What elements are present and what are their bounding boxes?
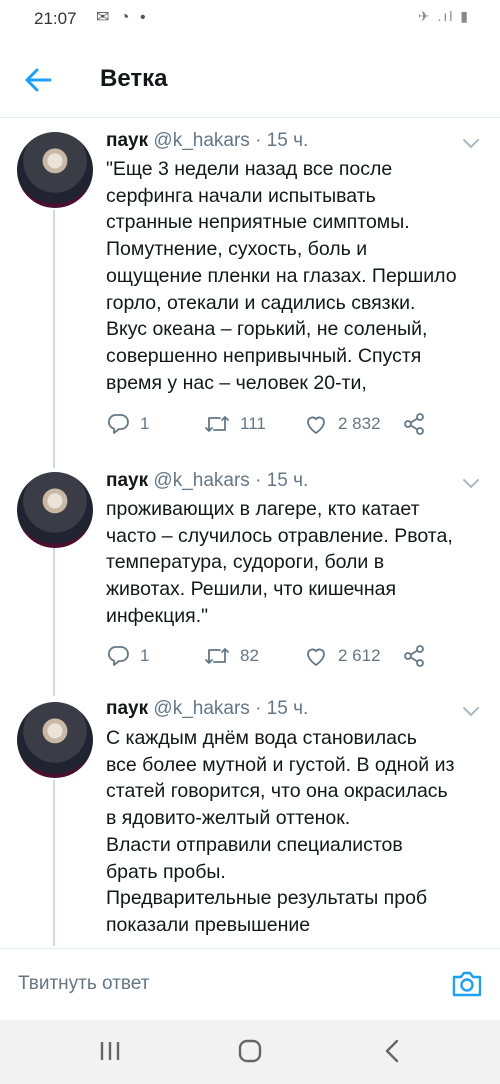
tweet-header: паук @k_hakars · 15 ч. (106, 698, 308, 720)
heart-icon (307, 416, 325, 434)
notification-icons: ✉ ◔ • (96, 9, 149, 26)
retweet-icon (205, 648, 229, 664)
like-button[interactable]: 2 832 (304, 412, 381, 436)
chevron-down-icon[interactable] (462, 138, 480, 150)
author-handle[interactable]: @k_hakars (153, 470, 249, 491)
like-button[interactable]: 2 612 (304, 644, 381, 668)
reply-button[interactable]: 1 (106, 644, 149, 668)
retweet-count: 111 (240, 414, 266, 433)
home-icon[interactable] (237, 1038, 263, 1064)
reply-count: 1 (140, 414, 150, 433)
tweet-text: "Еще 3 недели назад все после серфинга н… (106, 158, 457, 394)
recent-apps-icon[interactable] (98, 1038, 122, 1064)
retweet-icon (205, 416, 229, 432)
tweet[interactable]: паук @k_hakars · 15 ч. проживающих в лаг… (0, 458, 500, 688)
like-count: 2 832 (338, 414, 381, 433)
author-name[interactable]: паук (106, 130, 148, 151)
tweet-header: паук @k_hakars · 15 ч. (106, 470, 308, 492)
chevron-down-icon[interactable] (462, 478, 480, 490)
reply-button[interactable]: 1 (106, 412, 149, 436)
avatar[interactable] (17, 132, 93, 208)
back-icon[interactable] (382, 1038, 402, 1064)
retweet-count: 82 (240, 646, 259, 665)
chevron-down-icon[interactable] (462, 706, 480, 718)
tweet-time: · 15 ч. (255, 698, 309, 719)
author-handle[interactable]: @k_hakars (153, 130, 249, 151)
camera-icon[interactable] (450, 967, 484, 1001)
share-icon[interactable] (402, 644, 426, 668)
author-name[interactable]: паук (106, 698, 148, 719)
retweet-button[interactable]: 111 (204, 412, 266, 436)
share-icon[interactable] (402, 412, 426, 436)
heart-icon (307, 648, 325, 666)
author-name[interactable]: паук (106, 470, 148, 491)
page-title: Ветка (100, 65, 168, 92)
reply-icon (107, 646, 129, 666)
tweet-actions: 1 82 2 612 (106, 644, 436, 674)
app-bar: Ветка (0, 40, 500, 118)
tweet-actions: 1 111 2 832 (106, 412, 436, 442)
avatar[interactable] (17, 472, 93, 548)
reply-icon (107, 414, 129, 434)
reply-input[interactable]: Твитнуть ответ (18, 973, 149, 995)
tweet-text: проживающих в лагере, кто катает часто –… (106, 498, 453, 627)
status-time: 21:07 (34, 9, 77, 28)
avatar[interactable] (17, 702, 93, 778)
like-count: 2 612 (338, 646, 381, 665)
system-icons: ✈ .ıl ▮ (417, 8, 470, 24)
author-handle[interactable]: @k_hakars (153, 698, 249, 719)
arrow-left-icon[interactable] (20, 62, 56, 98)
reply-count: 1 (140, 646, 150, 665)
reply-bar: Твитнуть ответ (0, 948, 500, 1020)
tweet-header: паук @k_hakars · 15 ч. (106, 130, 308, 152)
tweet-time: · 15 ч. (255, 470, 309, 491)
tweet[interactable]: паук @k_hakars · 15 ч. С каждым днём вод… (0, 688, 500, 948)
system-nav-bar (0, 1020, 500, 1084)
tweet[interactable]: паук @k_hakars · 15 ч. "Еще 3 недели наз… (0, 118, 500, 458)
status-bar: 21:07 ✉ ◔ • ✈ .ıl ▮ (0, 0, 500, 40)
tweet-text: С каждым днём вода становилась все более… (106, 727, 455, 936)
retweet-button[interactable]: 82 (204, 644, 259, 668)
tweet-time: · 15 ч. (255, 130, 309, 151)
